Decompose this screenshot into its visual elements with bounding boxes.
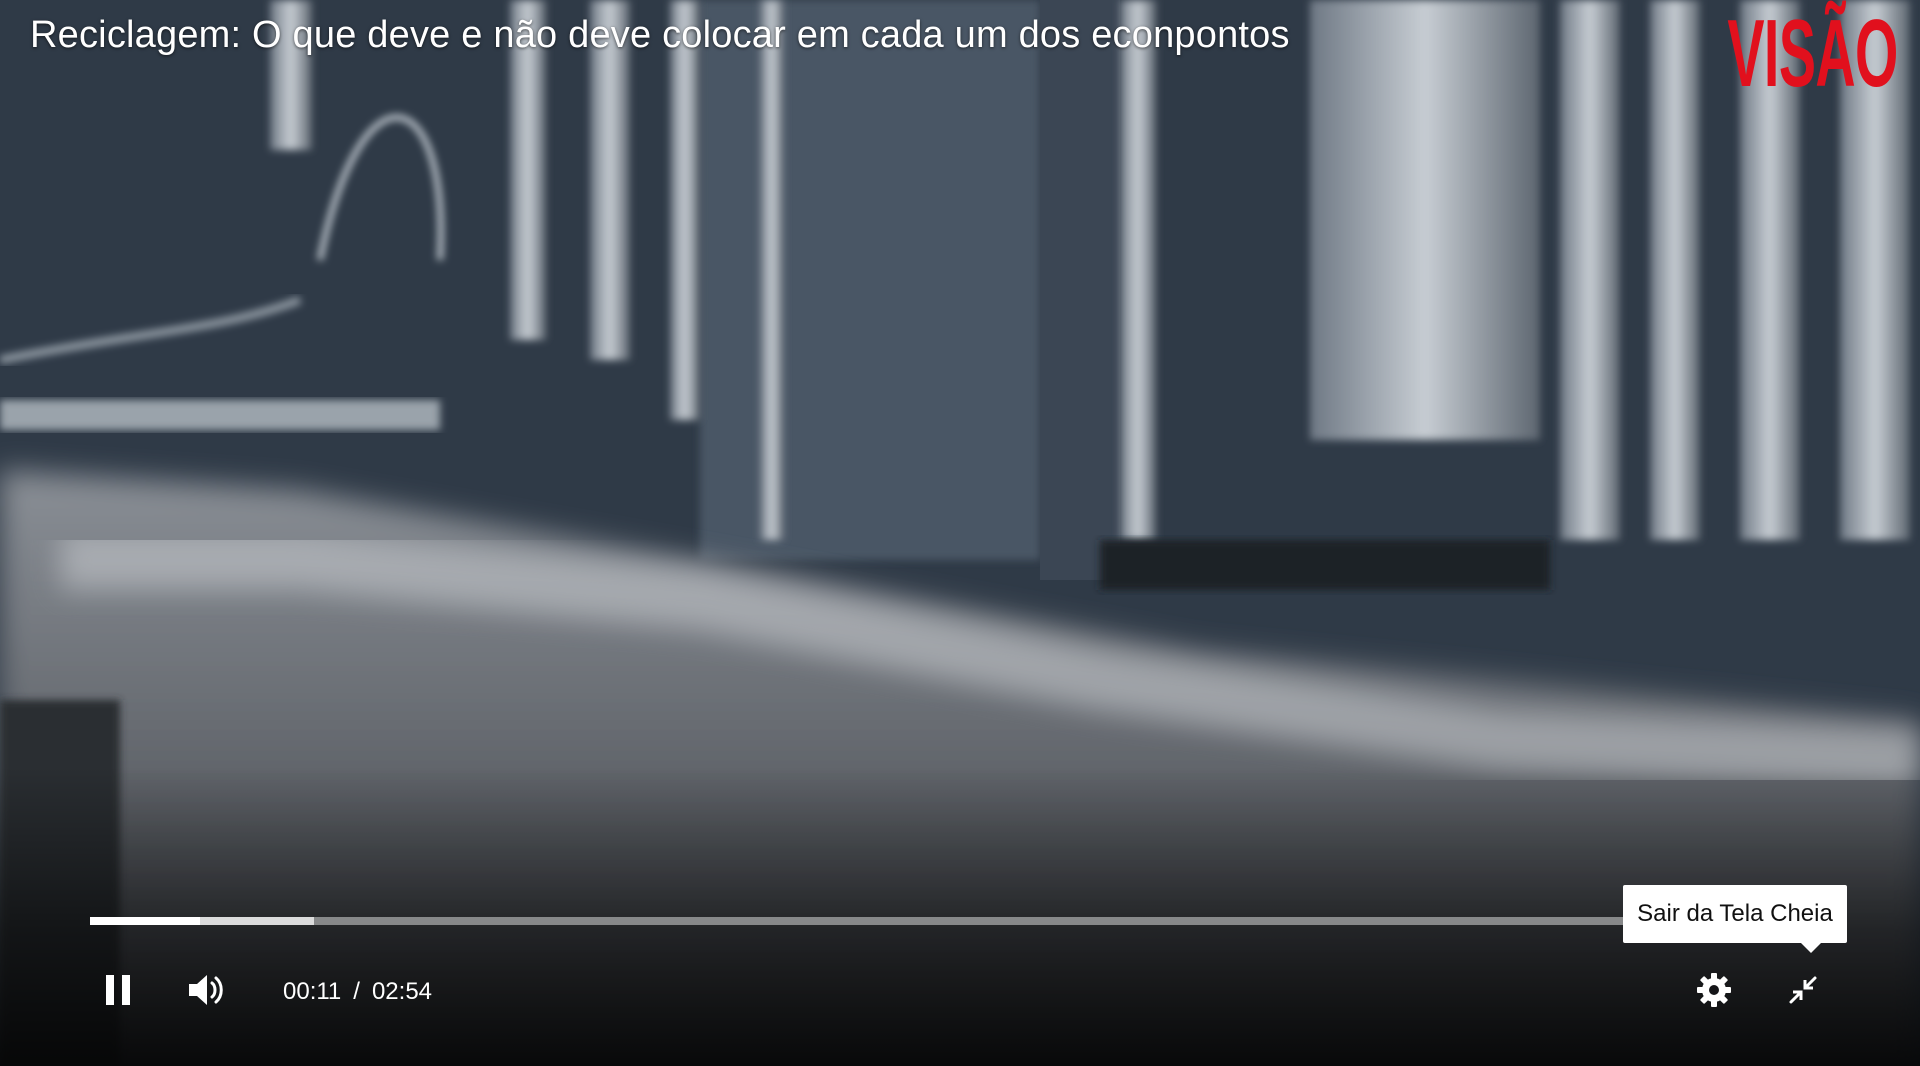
gear-icon [1697, 973, 1731, 1007]
volume-button[interactable] [184, 960, 230, 1020]
progress-bar[interactable] [90, 917, 1837, 925]
exit-fullscreen-button[interactable] [1782, 960, 1824, 1020]
volume-icon [189, 975, 223, 1005]
video-player[interactable]: Reciclagem: O que deve e não deve coloca… [0, 0, 1920, 1066]
duration: 02:54 [371, 978, 433, 1005]
played-bar [90, 917, 201, 925]
pause-icon [106, 975, 130, 1005]
brand-logo: VISÃO [1727, 0, 1899, 107]
video-title: Reciclagem: O que deve e não deve coloca… [30, 14, 1290, 56]
settings-button[interactable] [1693, 960, 1735, 1020]
time-separator: / [353, 978, 360, 1005]
exit-fullscreen-tooltip: Sair da Tela Cheia [1623, 885, 1847, 953]
current-time: 00:11 [283, 978, 342, 1005]
time-display: 00:11 / 02:54 [283, 978, 432, 1006]
control-bar: 00:11 / 02:54 [0, 960, 1920, 1020]
pause-button[interactable] [98, 960, 138, 1020]
exit-fullscreen-icon [1789, 976, 1817, 1004]
